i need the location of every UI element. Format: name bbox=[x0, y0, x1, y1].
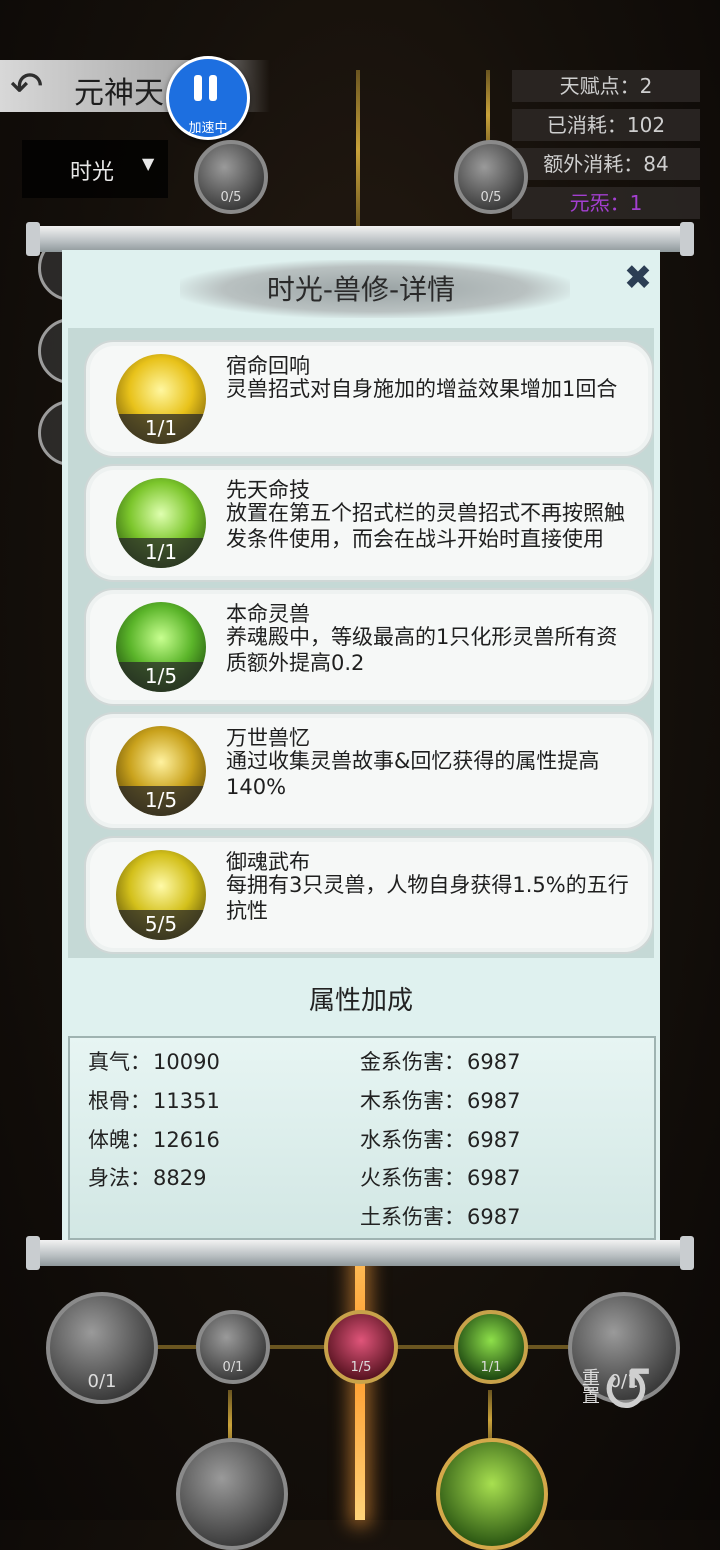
attr-label: 根骨： bbox=[88, 1089, 151, 1113]
attr-value: 6987 bbox=[467, 1205, 521, 1229]
skill-icon: 1/1 bbox=[116, 478, 206, 568]
attr-label: 真气： bbox=[88, 1050, 151, 1074]
caret-down-icon: ▼ bbox=[142, 154, 155, 173]
detail-panel: 时光-兽修-详情 ✖ 1/1 宿命回响 灵兽招式对自身施加的增益效果增加1回合 … bbox=[62, 250, 660, 1240]
skill-icon: 1/5 bbox=[116, 726, 206, 816]
attr-label: 水系伤害： bbox=[360, 1128, 465, 1152]
panel-title: 时光-兽修-详情 bbox=[266, 273, 456, 306]
attr-title: 属性加成 bbox=[308, 986, 413, 1016]
skill-item[interactable]: 1/1 宿命回响 灵兽招式对自身施加的增益效果增加1回合 bbox=[84, 340, 654, 458]
skill-level: 1/5 bbox=[116, 662, 206, 692]
time-dropdown[interactable]: 时光 ▼ bbox=[22, 140, 168, 198]
node-level: 0/1 bbox=[87, 1370, 117, 1392]
talent-node-bottom-1[interactable]: 0/1 bbox=[46, 1292, 158, 1404]
attr-label: 火系伤害： bbox=[360, 1166, 465, 1190]
attr-metal-damage: 金系伤害：6987 bbox=[360, 1046, 520, 1076]
attr-shenfa: 身法：8829 bbox=[88, 1162, 206, 1192]
pause-icon bbox=[192, 75, 222, 105]
skill-item[interactable]: 5/5 御魂武布 每拥有3只灵兽，人物自身获得1.5%的五行抗性 bbox=[84, 836, 654, 954]
consumed-points: 已消耗：102 bbox=[512, 109, 700, 141]
skill-item[interactable]: 1/5 本命灵兽 养魂殿中，等级最高的1只化形灵兽所有资质额外提高0.2 bbox=[84, 588, 654, 706]
attr-value: 6987 bbox=[467, 1166, 521, 1190]
skill-level: 1/1 bbox=[116, 414, 206, 444]
skill-desc: 灵兽招式对自身施加的增益效果增加1回合 bbox=[226, 377, 618, 401]
attr-label: 身法： bbox=[88, 1166, 151, 1190]
time-dropdown-value: 时光 bbox=[70, 160, 115, 185]
talent-node-bottom-2[interactable]: 0/1 bbox=[196, 1310, 270, 1384]
extra-consumed: 额外消耗：84 bbox=[512, 148, 700, 180]
attr-gengu: 根骨：11351 bbox=[88, 1085, 220, 1115]
attr-value: 12616 bbox=[153, 1128, 220, 1152]
attr-label: 体魄： bbox=[88, 1128, 151, 1152]
attr-value: 11351 bbox=[153, 1089, 220, 1113]
node-level: 0/5 bbox=[480, 189, 502, 205]
skill-list[interactable]: 1/1 宿命回响 灵兽招式对自身施加的增益效果增加1回合 1/1 先天命技 放置… bbox=[68, 328, 654, 958]
attr-value: 10090 bbox=[153, 1050, 220, 1074]
node-level: 0/5 bbox=[220, 189, 242, 205]
skill-item[interactable]: 1/1 先天命技 放置在第五个招式栏的灵兽招式不再按照触发条件使用，而会在战斗开… bbox=[84, 464, 654, 582]
tree-line-top bbox=[356, 70, 360, 230]
attr-value: 6987 bbox=[467, 1089, 521, 1113]
talent-node-top-right[interactable]: 0/5 bbox=[454, 140, 528, 214]
attr-earth-damage: 土系伤害：6987 bbox=[360, 1201, 520, 1231]
attr-label: 土系伤害： bbox=[360, 1205, 465, 1229]
scroll-rod-top bbox=[26, 222, 694, 256]
node-level: 1/5 bbox=[350, 1359, 372, 1375]
attr-value: 6987 bbox=[467, 1128, 521, 1152]
attr-fire-damage: 火系伤害：6987 bbox=[360, 1162, 520, 1192]
reset-arrow-icon: ↺ bbox=[600, 1354, 654, 1428]
speed-up-label: 加速中 bbox=[188, 121, 228, 136]
talent-node-bottom-4[interactable]: 1/1 bbox=[454, 1310, 528, 1384]
skill-desc: 通过收集灵兽故事&回忆获得的属性提高140% bbox=[226, 749, 600, 799]
attr-value: 6987 bbox=[467, 1050, 521, 1074]
skill-desc: 放置在第五个招式栏的灵兽招式不再按照触发条件使用，而会在战斗开始时直接使用 bbox=[226, 501, 625, 551]
page-title: 元神天 bbox=[74, 76, 164, 111]
skill-desc: 养魂殿中，等级最高的1只化形灵兽所有资质额外提高0.2 bbox=[226, 625, 618, 675]
talent-node-top-left[interactable]: 0/5 bbox=[194, 140, 268, 214]
close-icon[interactable]: ✖ bbox=[618, 258, 658, 298]
talent-node-bottom-3[interactable]: 1/5 bbox=[324, 1310, 398, 1384]
skill-level: 1/1 bbox=[116, 538, 206, 568]
attr-label: 木系伤害： bbox=[360, 1089, 465, 1113]
skill-level: 1/5 bbox=[116, 786, 206, 816]
attr-zhenqi: 真气：10090 bbox=[88, 1046, 220, 1076]
skill-icon: 5/5 bbox=[116, 850, 206, 940]
scroll-rod-bottom bbox=[26, 1236, 694, 1270]
talent-node-bottom-7[interactable] bbox=[436, 1438, 548, 1550]
talent-node-bottom-6[interactable] bbox=[176, 1438, 288, 1550]
skill-desc: 每拥有3只灵兽，人物自身获得1.5%的五行抗性 bbox=[226, 873, 629, 923]
skill-item[interactable]: 1/5 万世兽忆 通过收集灵兽故事&回忆获得的属性提高140% bbox=[84, 712, 654, 830]
attr-wood-damage: 木系伤害：6987 bbox=[360, 1085, 520, 1115]
reset-button[interactable]: 重置 ↺ bbox=[570, 1348, 680, 1448]
speed-up-badge[interactable]: 加速中 bbox=[166, 56, 250, 140]
node-level: 0/1 bbox=[222, 1359, 244, 1375]
talent-points: 天赋点：2 bbox=[512, 70, 700, 102]
attr-label: 金系伤害： bbox=[360, 1050, 465, 1074]
skill-level: 5/5 bbox=[116, 910, 206, 940]
attr-value: 8829 bbox=[153, 1166, 207, 1190]
node-level: 1/1 bbox=[480, 1359, 502, 1375]
skill-icon: 1/1 bbox=[116, 354, 206, 444]
reset-label: 重置 bbox=[579, 1368, 600, 1404]
yuanqi-points: 元炁：1 bbox=[512, 187, 700, 219]
skill-icon: 1/5 bbox=[116, 602, 206, 692]
attr-box: 真气：10090 根骨：11351 体魄：12616 身法：8829 金系伤害：… bbox=[68, 1036, 656, 1240]
attr-water-damage: 水系伤害：6987 bbox=[360, 1124, 520, 1154]
attr-tipo: 体魄：12616 bbox=[88, 1124, 220, 1154]
back-arrow-icon: ↶ bbox=[10, 64, 44, 110]
